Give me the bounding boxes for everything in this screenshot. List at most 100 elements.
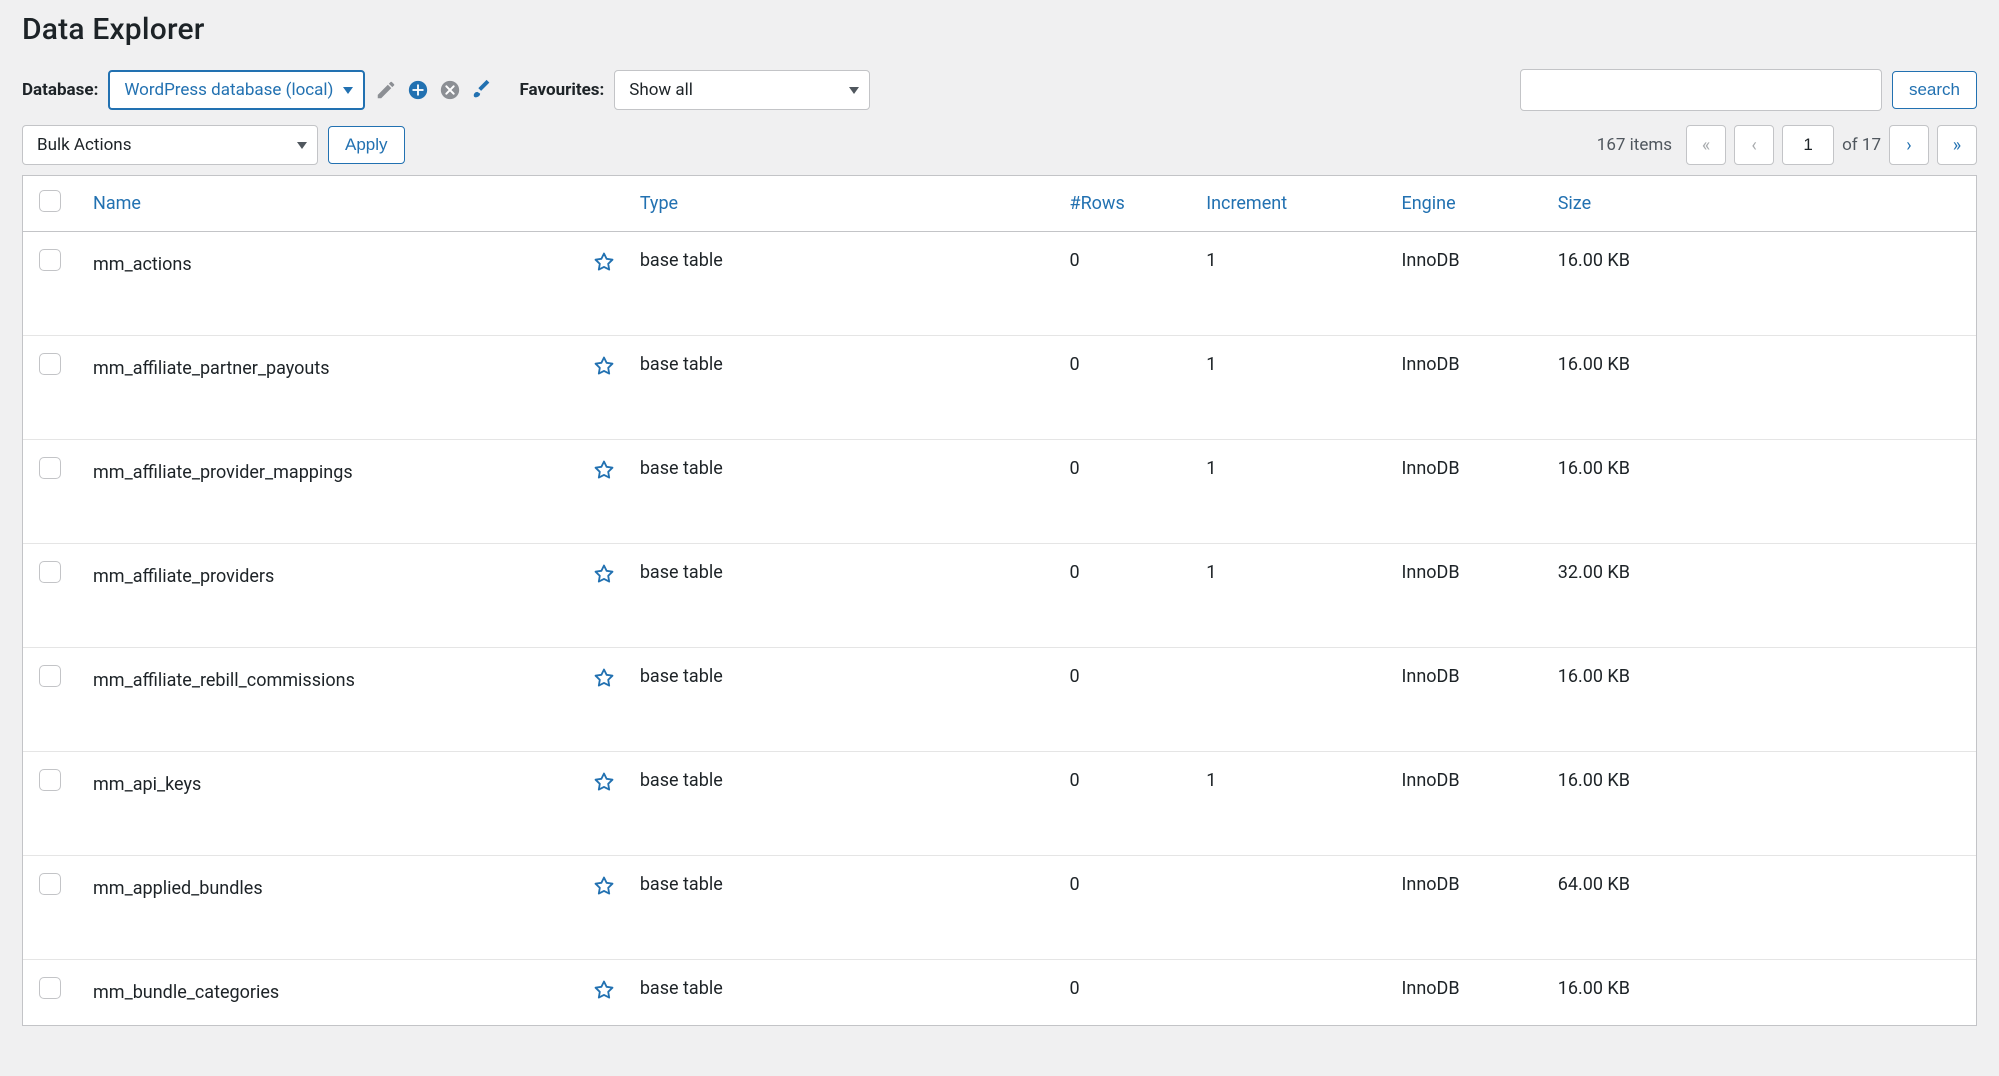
tables-list: Name Type #Rows Increment Engine Size mm… [22, 175, 1977, 1026]
cell-engine: InnoDB [1389, 752, 1545, 856]
cell-type: base table [628, 856, 1058, 960]
last-page-button[interactable]: » [1937, 125, 1977, 165]
star-outline-icon[interactable] [592, 458, 616, 487]
total-items-text: 167 items [1597, 135, 1672, 155]
prev-page-button[interactable]: ‹ [1734, 125, 1774, 165]
database-select-value: WordPress database (local) [124, 72, 333, 108]
star-outline-icon[interactable] [592, 978, 616, 1007]
cell-rows: 0 [1057, 856, 1194, 960]
chevron-down-icon [849, 87, 859, 94]
cell-increment [1194, 856, 1389, 960]
cell-type: base table [628, 232, 1058, 336]
cell-increment: 1 [1194, 544, 1389, 648]
star-outline-icon[interactable] [592, 770, 616, 799]
current-page-input[interactable] [1782, 125, 1834, 165]
table-name[interactable]: mm_affiliate_provider_mappings [93, 462, 353, 483]
row-checkbox[interactable] [39, 977, 61, 999]
star-outline-icon[interactable] [592, 354, 616, 383]
col-header-name[interactable]: Name [81, 176, 628, 232]
cell-type: base table [628, 440, 1058, 544]
table-name[interactable]: mm_api_keys [93, 774, 201, 795]
table-name[interactable]: mm_affiliate_partner_payouts [93, 358, 330, 379]
select-all-checkbox[interactable] [39, 190, 61, 212]
close-circle-icon[interactable] [439, 79, 461, 101]
first-page-button[interactable]: « [1686, 125, 1726, 165]
toolbar: Database: WordPress database (local) Fav… [22, 69, 1977, 111]
cell-size: 16.00 KB [1546, 336, 1976, 440]
next-page-button[interactable]: › [1889, 125, 1929, 165]
cell-type: base table [628, 544, 1058, 648]
col-header-size[interactable]: Size [1546, 176, 1976, 232]
col-header-increment[interactable]: Increment [1194, 176, 1389, 232]
cell-increment [1194, 648, 1389, 752]
subtoolbar: Bulk Actions Apply 167 items « ‹ of 17 ›… [22, 125, 1977, 165]
star-outline-icon[interactable] [592, 666, 616, 695]
table-name[interactable]: mm_bundle_categories [93, 982, 279, 1003]
cell-engine: InnoDB [1389, 440, 1545, 544]
table-row: mm_affiliate_rebill_commissions base tabl… [23, 648, 1976, 752]
pencil-icon[interactable] [375, 79, 397, 101]
cell-increment: 1 [1194, 336, 1389, 440]
row-checkbox[interactable] [39, 561, 61, 583]
star-outline-icon[interactable] [592, 250, 616, 279]
database-select[interactable]: WordPress database (local) [108, 70, 365, 110]
col-header-rows[interactable]: #Rows [1057, 176, 1194, 232]
bulk-actions-value: Bulk Actions [37, 126, 131, 164]
table-name[interactable]: mm_applied_bundles [93, 878, 263, 899]
favourites-label: Favourites: [519, 80, 604, 100]
row-checkbox[interactable] [39, 249, 61, 271]
cell-rows: 0 [1057, 648, 1194, 752]
table-row: mm_bundle_categories base table0 InnoDB16.… [23, 960, 1976, 1025]
cell-rows: 0 [1057, 752, 1194, 856]
cell-engine: InnoDB [1389, 544, 1545, 648]
cell-increment [1194, 960, 1389, 1025]
page-title: Data Explorer [22, 12, 1977, 47]
row-checkbox[interactable] [39, 769, 61, 791]
plus-circle-icon[interactable] [407, 79, 429, 101]
cell-size: 16.00 KB [1546, 440, 1976, 544]
cell-rows: 0 [1057, 544, 1194, 648]
brush-icon[interactable] [471, 79, 493, 101]
star-outline-icon[interactable] [592, 874, 616, 903]
bulk-actions-select[interactable]: Bulk Actions [22, 125, 318, 165]
cell-rows: 0 [1057, 960, 1194, 1025]
row-checkbox[interactable] [39, 665, 61, 687]
cell-type: base table [628, 336, 1058, 440]
database-label: Database: [22, 80, 98, 100]
cell-type: base table [628, 648, 1058, 752]
pagination: 167 items « ‹ of 17 › » [1597, 125, 1977, 165]
cell-increment: 1 [1194, 440, 1389, 544]
row-checkbox[interactable] [39, 457, 61, 479]
favourites-select-value: Show all [629, 71, 693, 109]
table-name[interactable]: mm_affiliate_rebill_commissions [93, 670, 355, 691]
cell-engine: InnoDB [1389, 856, 1545, 960]
apply-button[interactable]: Apply [328, 126, 405, 164]
row-checkbox[interactable] [39, 353, 61, 375]
col-header-type[interactable]: Type [628, 176, 1058, 232]
cell-rows: 0 [1057, 232, 1194, 336]
cell-increment: 1 [1194, 752, 1389, 856]
cell-rows: 0 [1057, 336, 1194, 440]
favourites-select[interactable]: Show all [614, 70, 870, 110]
cell-engine: InnoDB [1389, 336, 1545, 440]
cell-size: 16.00 KB [1546, 752, 1976, 856]
cell-size: 16.00 KB [1546, 232, 1976, 336]
cell-type: base table [628, 960, 1058, 1025]
cell-size: 32.00 KB [1546, 544, 1976, 648]
cell-size: 64.00 KB [1546, 856, 1976, 960]
chevron-down-icon [297, 142, 307, 149]
col-header-engine[interactable]: Engine [1389, 176, 1545, 232]
cell-rows: 0 [1057, 440, 1194, 544]
cell-size: 16.00 KB [1546, 960, 1976, 1025]
table-name[interactable]: mm_actions [93, 254, 192, 275]
star-outline-icon[interactable] [592, 562, 616, 591]
of-label: of 17 [1842, 135, 1881, 155]
search-button[interactable]: search [1892, 71, 1977, 109]
cell-engine: InnoDB [1389, 960, 1545, 1025]
table-header-row: Name Type #Rows Increment Engine Size [23, 176, 1976, 232]
table-row: mm_applied_bundles base table0 InnoDB64.00… [23, 856, 1976, 960]
table-name[interactable]: mm_affiliate_providers [93, 566, 274, 587]
row-checkbox[interactable] [39, 873, 61, 895]
search-input[interactable] [1520, 69, 1882, 111]
table-row: mm_affiliate_provider_mappings base table… [23, 440, 1976, 544]
